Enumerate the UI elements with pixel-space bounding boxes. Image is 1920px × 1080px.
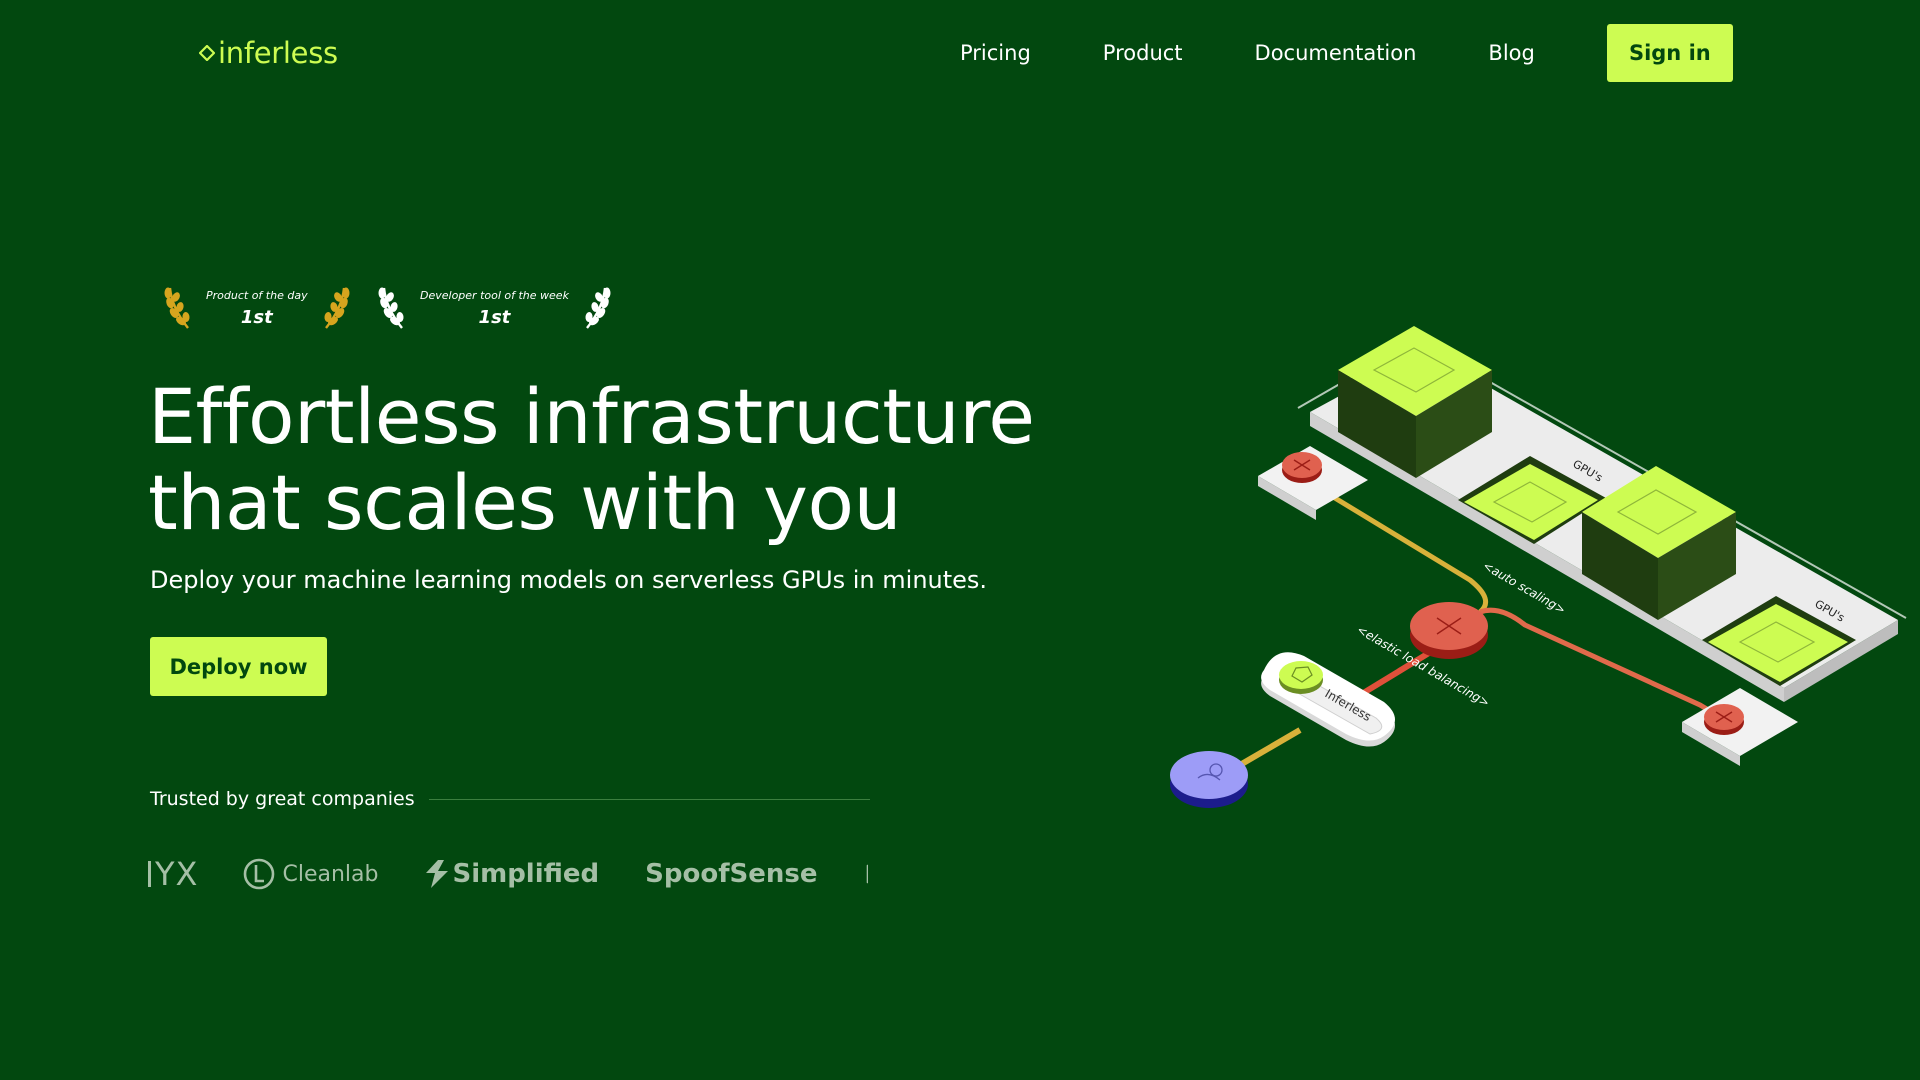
award-rank: 1st (240, 306, 273, 328)
company-logos: YX Cleanlab Simplified SpoofSense (148, 852, 868, 896)
divider (428, 798, 870, 800)
award-developer-tool-of-the-week[interactable]: Developer tool of the week 1st (376, 284, 613, 332)
nav-documentation[interactable]: Documentation (1255, 41, 1417, 65)
company-logo-cleanlab: Cleanlab (242, 857, 378, 891)
award-title: Developer tool of the week (420, 288, 569, 302)
award-rank: 1st (478, 306, 511, 328)
company-logo-yx: YX (148, 855, 198, 893)
hero-title-line-1: Effortless infrastructure (148, 372, 1035, 461)
laurel-left-icon (164, 287, 190, 329)
trusted-section: Trusted by great companies (150, 788, 870, 810)
page: inferless Pricing Product Documentation … (0, 0, 1920, 1080)
hero-subtitle: Deploy your machine learning models on s… (150, 566, 988, 594)
company-logo-spoofsense: SpoofSense (645, 859, 817, 889)
main-nav: Pricing Product Documentation Blog Sign … (960, 24, 1733, 82)
inferless-logo[interactable]: inferless (199, 36, 338, 70)
company-logo-cube (864, 855, 868, 893)
hero-title-line-2: that scales with you (148, 458, 902, 547)
client-user-node (1170, 751, 1248, 808)
company-logo-text: SpoofSense (645, 859, 818, 889)
company-logo-text: YX (155, 855, 199, 893)
logo-text: inferless (218, 36, 338, 70)
company-logo-text: Cleanlab (282, 861, 379, 887)
cleanlab-icon (244, 858, 275, 890)
award-title: Product of the day (206, 288, 308, 302)
laurel-right-icon (324, 287, 350, 329)
hero-title: Effortless infrastructure that scales wi… (148, 374, 1048, 546)
infrastructure-illustration: GPU's GPU's <auto scaling> <elastic load… (1170, 326, 1907, 808)
laurel-left-icon (378, 287, 404, 329)
company-logo-text: Simplified (452, 859, 600, 889)
load-balancer-node (1410, 602, 1488, 659)
nav-product[interactable]: Product (1103, 41, 1183, 65)
logo-mark-icon (199, 45, 215, 61)
sign-in-button[interactable]: Sign in (1606, 24, 1733, 82)
deploy-now-button[interactable]: Deploy now (150, 637, 327, 696)
laurel-right-icon (585, 287, 611, 329)
cube-logo-icon (866, 864, 868, 884)
nav-pricing[interactable]: Pricing (960, 41, 1031, 65)
nav-blog[interactable]: Blog (1488, 41, 1534, 65)
simplified-icon (426, 860, 449, 888)
award-product-of-the-day[interactable]: Product of the day 1st (162, 284, 352, 332)
wire-client (1238, 727, 1302, 768)
company-logo-simplified: Simplified (424, 859, 599, 889)
trusted-label: Trusted by great companies (150, 788, 415, 810)
